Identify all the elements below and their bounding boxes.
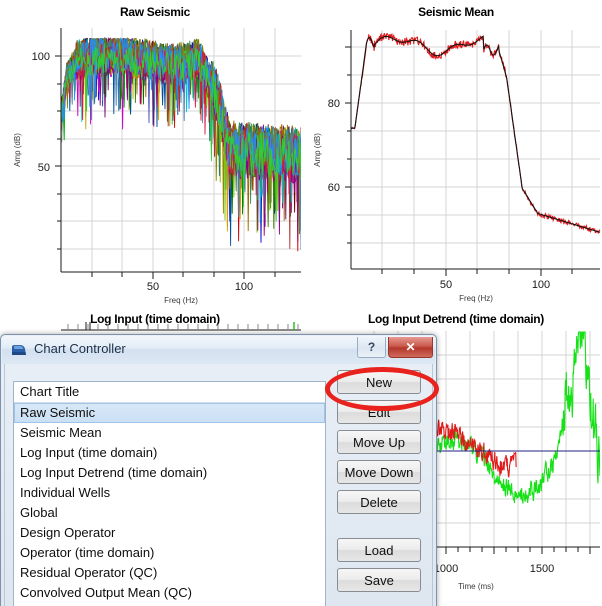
raw-seismic-plot: 100 50 50 100 Freq (Hz) Amp (dB) — [13, 28, 301, 305]
list-item[interactable]: Raw Seismic — [14, 403, 325, 423]
x-tick-1500: 1500 — [530, 563, 554, 575]
application-window: Raw Seismic 100 50 50 100 Freq (Hz) Amp … — [0, 0, 602, 606]
list-item[interactable]: Individual Wells — [14, 483, 325, 503]
y-tick-100: 100 — [32, 51, 50, 63]
x-axis-label: Freq (Hz) — [164, 296, 198, 305]
new-button[interactable]: New — [337, 370, 421, 394]
list-item[interactable]: Log Input (time domain) — [14, 443, 325, 463]
move-down-button[interactable]: Move Down — [337, 460, 421, 484]
y-tick-60: 60 — [328, 182, 340, 194]
y-tick-80: 80 — [328, 98, 340, 110]
app-window-icon — [12, 345, 26, 355]
delete-button[interactable]: Delete — [337, 490, 421, 514]
load-button[interactable]: Load — [337, 538, 421, 562]
x-tick-50: 50 — [147, 281, 159, 293]
save-button[interactable]: Save — [337, 568, 421, 592]
seismic-mean-plot: 80 60 50 100 Freq (Hz) Amp (dB) — [313, 30, 601, 303]
x-axis-label: Time (ms) — [458, 582, 494, 591]
list-item[interactable]: Operator (time domain) — [14, 543, 325, 563]
move-up-button[interactable]: Move Up — [337, 430, 421, 454]
list-item[interactable]: Seismic Mean — [14, 423, 325, 443]
list-item[interactable]: Design Operator — [14, 523, 325, 543]
list-item[interactable]: Residual Operator (QC) — [14, 563, 325, 583]
list-item[interactable]: Convolved Output Mean (QC) — [14, 583, 325, 603]
chart-list-body[interactable]: Raw Seismic Seismic Mean Log Input (time d… — [14, 403, 325, 603]
help-button[interactable]: ? — [357, 337, 386, 358]
y-axis-label: Amp (dB) — [13, 133, 22, 167]
x-tick-100: 100 — [532, 279, 550, 291]
dialog-titlebar[interactable]: Chart Controller ? ✕ — [2, 336, 435, 364]
y-axis-label: Amp (dB) — [313, 133, 322, 167]
x-axis-label: Freq (Hz) — [459, 294, 493, 303]
chart-list[interactable]: Chart Title Raw Seismic Seismic Mean Log I… — [13, 381, 326, 606]
chart-seismic-mean: Seismic Mean 80 60 50 100 Freq (Hz) Amp … — [310, 0, 602, 318]
chart-controller-dialog: Chart Controller ? ✕ Chart Title Raw Sei… — [0, 334, 437, 606]
chart-raw-seismic: Raw Seismic 100 50 50 100 Freq (Hz) Amp … — [0, 0, 310, 318]
close-button[interactable]: ✕ — [388, 337, 433, 358]
list-item[interactable]: Log Input Detrend (time domain) — [14, 463, 325, 483]
y-tick-50: 50 — [38, 162, 50, 174]
x-tick-50: 50 — [440, 279, 452, 291]
dialog-title: Chart Controller — [34, 341, 126, 356]
x-tick-100: 100 — [235, 281, 253, 293]
chart-list-header: Chart Title — [14, 382, 325, 403]
list-item[interactable]: Global — [14, 503, 325, 523]
x-tick-1000: 1000 — [434, 563, 458, 575]
edit-button[interactable]: Edit — [337, 400, 421, 424]
